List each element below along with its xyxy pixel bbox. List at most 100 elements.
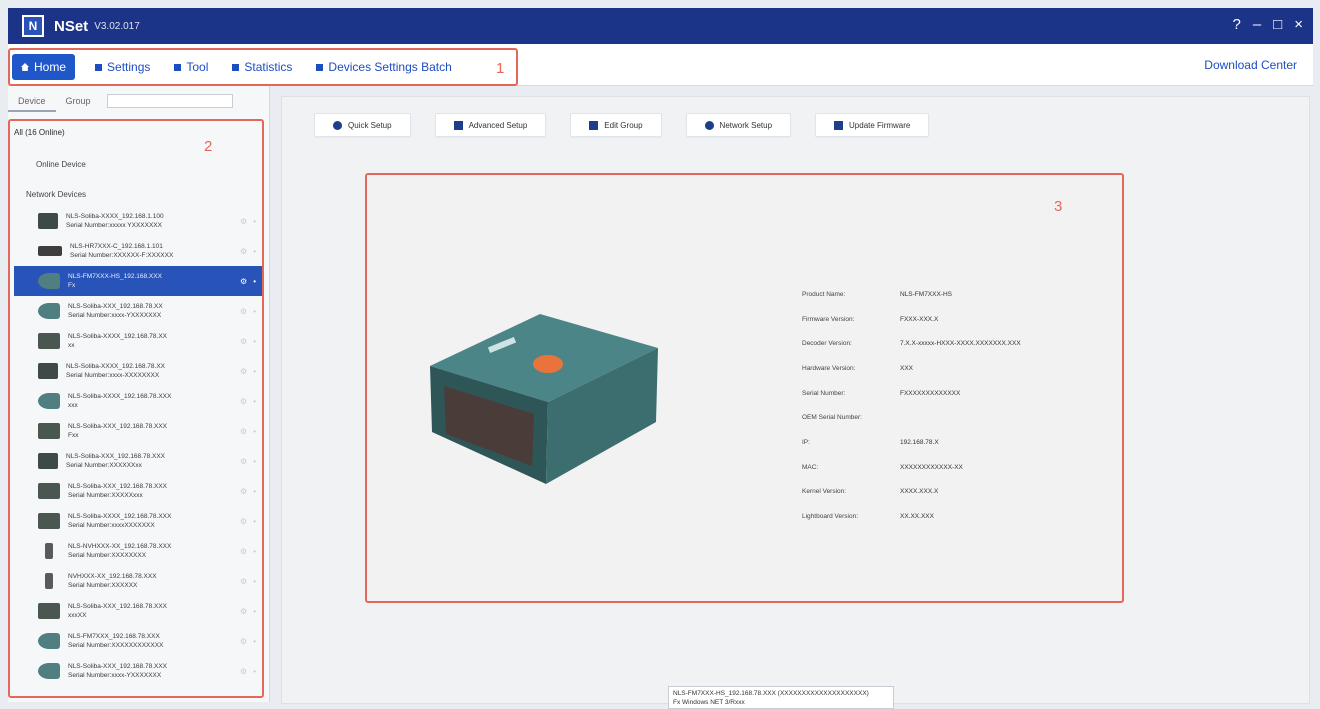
- device-settings-icon[interactable]: ⚙: [240, 457, 247, 466]
- device-more-icon[interactable]: •: [253, 397, 256, 406]
- edit-group-button[interactable]: Edit Group: [570, 113, 662, 137]
- menu-item-home[interactable]: Home: [12, 54, 76, 80]
- device-settings-icon[interactable]: ⚙: [240, 247, 247, 256]
- device-thumbnail-icon: [38, 633, 60, 649]
- device-list-item[interactable]: NLS-HR7XXX-C_192.168.1.101 Serial Number:…: [14, 236, 262, 266]
- menu-item-label: Devices Settings Batch: [328, 60, 452, 74]
- device-settings-icon[interactable]: ⚙: [240, 607, 247, 616]
- device-more-icon[interactable]: •: [253, 307, 256, 316]
- home-icon: [21, 63, 29, 71]
- minimize-button[interactable]: –: [1253, 16, 1261, 33]
- upload-icon: [834, 120, 844, 130]
- device-settings-icon[interactable]: ⚙: [240, 397, 247, 406]
- device-serial: Fx: [68, 282, 76, 289]
- menu-item-statistics[interactable]: Statistics: [228, 54, 296, 80]
- device-list-item[interactable]: NLS-NVHXXX-XX_192.168.78.XXX Serial Numbe…: [14, 536, 262, 566]
- info-row-decoder-version: Decoder Version: 7.X.X-xxxxx-HXXX-XXXX.XX…: [802, 340, 1021, 348]
- device-actions: ⚙ •: [240, 547, 256, 556]
- tab-device[interactable]: Device: [8, 90, 56, 112]
- download-center-link[interactable]: Download Center: [1204, 58, 1297, 72]
- device-search-input[interactable]: [106, 94, 233, 108]
- menu-item-settings[interactable]: Settings: [91, 54, 154, 80]
- menu-item-devices-settings-batch[interactable]: Devices Settings Batch: [312, 54, 455, 80]
- device-name: NLS-HR7XXX-C_192.168.1.101: [70, 243, 163, 250]
- device-settings-icon[interactable]: ⚙: [240, 307, 247, 316]
- device-settings-icon[interactable]: ⚙: [240, 337, 247, 346]
- network-setup-button[interactable]: Network Setup: [685, 113, 792, 137]
- device-settings-icon[interactable]: ⚙: [240, 667, 247, 676]
- quick-setup-button[interactable]: Quick Setup: [314, 113, 411, 137]
- device-label: NLS-Soliba-XXX_192.168.78.XXX Fxx: [68, 422, 167, 440]
- device-list-item[interactable]: NLS-Soliba-XXX_192.168.78.XX Serial Numbe…: [14, 296, 262, 326]
- tree-root-all[interactable]: All (16 Online): [14, 128, 65, 137]
- button-label: Network Setup: [719, 120, 773, 130]
- tree-online-device[interactable]: Online Device: [36, 160, 86, 169]
- device-name: NLS-Soliba-XXXX_192.168.78.XXX: [68, 513, 172, 520]
- device-more-icon[interactable]: •: [253, 547, 256, 556]
- device-thumbnail-icon: [38, 303, 60, 319]
- device-settings-icon[interactable]: ⚙: [240, 277, 247, 286]
- device-list-item[interactable]: NVHXXX-XX_192.168.78.XXX Serial Number:XX…: [14, 566, 262, 596]
- device-list-item[interactable]: NLS-Soliba-XXXX_192.168.78.XXX Serial Num…: [14, 506, 262, 536]
- advanced-setup-button[interactable]: Advanced Setup: [434, 113, 547, 137]
- device-more-icon[interactable]: •: [253, 487, 256, 496]
- device-list-item[interactable]: NLS-Soliba-XXX_192.168.78.XXX Serial Numb…: [14, 476, 262, 506]
- device-list-item[interactable]: NLS-Soliba-XXXX_192.168.78.XX Serial Numb…: [14, 356, 262, 386]
- device-more-icon[interactable]: •: [253, 517, 256, 526]
- device-list-item[interactable]: NLS-Soliba-XXX_192.168.78.XXX xxxXX ⚙ •: [14, 596, 262, 626]
- restore-button[interactable]: □: [1273, 16, 1282, 33]
- menu-item-tool[interactable]: Tool: [170, 54, 212, 80]
- device-actions: ⚙ •: [240, 517, 256, 526]
- tree-network-devices[interactable]: Network Devices: [26, 190, 86, 199]
- device-more-icon[interactable]: •: [253, 217, 256, 226]
- device-settings-icon[interactable]: ⚙: [240, 577, 247, 586]
- device-thumbnail-icon: [38, 333, 60, 349]
- device-list-item[interactable]: NLS-Soliba-XXX_192.168.78.XXX Serial Numb…: [14, 446, 262, 476]
- device-actions: ⚙ •: [240, 397, 256, 406]
- device-more-icon[interactable]: •: [253, 457, 256, 466]
- device-more-icon[interactable]: •: [253, 247, 256, 256]
- device-actions: ⚙ •: [240, 337, 256, 346]
- button-label: Edit Group: [604, 120, 643, 130]
- device-label: NLS-Soliba-XXXX_192.168.78.XX xx: [68, 332, 167, 350]
- device-list-item[interactable]: NLS-Soliba-XXX_192.168.78.XXX Fxx ⚙ •: [14, 416, 262, 446]
- gear-icon: [333, 120, 342, 130]
- device-list-item[interactable]: NLS-FM7XXX-HS_192.168.XXX Fx ⚙ •: [14, 266, 262, 296]
- device-settings-icon[interactable]: ⚙: [240, 487, 247, 496]
- device-list-item[interactable]: NLS-Soliba-XXXX_192.168.78.XXX xxx ⚙ •: [14, 386, 262, 416]
- device-more-icon[interactable]: •: [253, 427, 256, 436]
- device-settings-icon[interactable]: ⚙: [240, 517, 247, 526]
- help-icon[interactable]: ?: [1232, 16, 1240, 33]
- device-more-icon[interactable]: •: [253, 577, 256, 586]
- device-list-item[interactable]: NLS-Soliba-XXXX_192.168.78.XX xx ⚙ •: [14, 326, 262, 356]
- device-more-icon[interactable]: •: [253, 277, 256, 286]
- close-button[interactable]: ×: [1294, 16, 1303, 33]
- device-tree-panel: Device Group All (16 Online) Online Devi…: [8, 86, 270, 702]
- device-settings-icon[interactable]: ⚙: [240, 547, 247, 556]
- annotation-number-3: 3: [1054, 198, 1063, 215]
- device-more-icon[interactable]: •: [253, 637, 256, 646]
- device-settings-icon[interactable]: ⚙: [240, 217, 247, 226]
- device-list-item[interactable]: NLS-FM7XXX_192.168.78.XXX Serial Number:X…: [14, 626, 262, 656]
- tab-group[interactable]: Group: [56, 90, 101, 112]
- device-list-item[interactable]: NLS-Soliba-XXX_192.168.78.XXX Serial Numb…: [14, 656, 262, 686]
- device-image: [430, 314, 658, 484]
- device-settings-icon[interactable]: ⚙: [240, 367, 247, 376]
- left-tabs: Device Group: [8, 90, 270, 112]
- menu-item-label: Statistics: [244, 60, 293, 74]
- device-thumbnail-icon: [38, 423, 60, 439]
- device-more-icon[interactable]: •: [253, 607, 256, 616]
- device-list-item[interactable]: NLS-Soliba-XXXX_192.168.1.100 Serial Numb…: [14, 206, 262, 236]
- button-label: Update Firmware: [849, 120, 911, 130]
- info-row-firmware-version: Firmware Version: FXXX-XXX.X: [802, 315, 939, 323]
- device-more-icon[interactable]: •: [253, 367, 256, 376]
- device-settings-icon[interactable]: ⚙: [240, 637, 247, 646]
- device-name: NLS-Soliba-XXX_192.168.78.XXX: [68, 663, 168, 670]
- device-more-icon[interactable]: •: [253, 337, 256, 346]
- device-more-icon[interactable]: •: [253, 667, 256, 676]
- update-firmware-button[interactable]: Update Firmware: [815, 113, 930, 137]
- device-serial: Serial Number:XXXXXX: [68, 582, 138, 589]
- device-serial: Serial Number:xxxx-YXXXXXXX: [68, 312, 162, 319]
- device-serial: Serial Number:XXXXXxxx: [68, 492, 143, 499]
- device-settings-icon[interactable]: ⚙: [240, 427, 247, 436]
